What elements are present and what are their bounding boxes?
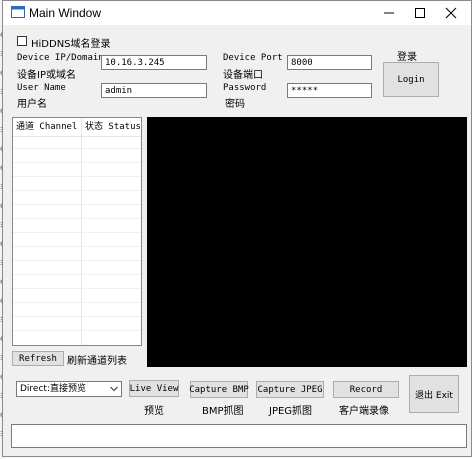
- list-row-line: [13, 260, 141, 261]
- window-title: Main Window: [29, 6, 102, 20]
- live-view-caption: 预览: [144, 406, 164, 417]
- list-row-line: [13, 316, 141, 317]
- app-window-icon: [11, 6, 25, 18]
- refresh-caption: 刷新通道列表: [67, 356, 127, 367]
- capture-bmp-caption: BMP抓图: [202, 406, 244, 417]
- list-row-line: [13, 190, 141, 191]
- capture-jpeg-button[interactable]: Capture JPEG: [256, 381, 324, 398]
- close-window-button[interactable]: [433, 1, 469, 25]
- main-window: Main Window HiDDNS域名登录 Device IP/Domain …: [2, 0, 472, 457]
- device-ip-field[interactable]: 10.16.3.245: [101, 55, 207, 70]
- password-label-en: Password: [223, 83, 267, 93]
- list-row-line: [13, 302, 141, 303]
- ip-label-cn: 设备IP或域名: [17, 70, 76, 81]
- device-port-field[interactable]: 8000: [287, 55, 372, 70]
- channel-list-header: 通道 Channel 状态 Status: [13, 118, 141, 137]
- login-caption: 登录: [397, 52, 417, 63]
- list-row-line: [13, 330, 141, 331]
- video-preview-area[interactable]: [147, 117, 467, 367]
- list-row-line: [13, 232, 141, 233]
- password-field[interactable]: *****: [287, 83, 372, 98]
- exit-button[interactable]: 退出 Exit: [409, 375, 459, 413]
- refresh-button[interactable]: Refresh: [12, 351, 64, 366]
- channel-list[interactable]: 通道 Channel 状态 Status: [12, 117, 142, 346]
- chevron-down-icon: [110, 386, 118, 392]
- list-row-line: [13, 176, 141, 177]
- record-caption: 客户端录像: [339, 406, 389, 417]
- list-row-line: [13, 246, 141, 247]
- list-row-line: [13, 148, 141, 149]
- hiddns-label: HiDDNS域名登录: [31, 39, 111, 50]
- list-row-line: [13, 162, 141, 163]
- list-row-line: [13, 218, 141, 219]
- close-icon: [445, 7, 457, 19]
- user-label-en: User Name: [17, 83, 66, 93]
- live-view-button[interactable]: Live View: [129, 380, 179, 397]
- channel-column-header[interactable]: 通道 Channel: [13, 118, 77, 136]
- ip-label-en: Device IP/Domain: [17, 53, 104, 63]
- capture-bmp-button[interactable]: Capture BMP: [189, 381, 249, 398]
- preview-mode-select[interactable]: Direct:直接预览: [16, 381, 122, 397]
- hiddns-checkbox[interactable]: [17, 36, 27, 46]
- login-button[interactable]: Login: [383, 62, 439, 97]
- status-log-box: [11, 424, 467, 448]
- preview-mode-value: Direct:直接预览: [20, 384, 86, 394]
- port-label-cn: 设备端口: [223, 70, 263, 81]
- status-column-header[interactable]: 状态 Status: [82, 118, 141, 136]
- record-button[interactable]: Record: [333, 381, 399, 398]
- list-row-line: [13, 274, 141, 275]
- list-row-line: [13, 204, 141, 205]
- capture-jpeg-caption: JPEG抓图: [269, 406, 313, 417]
- username-field[interactable]: admin: [101, 83, 207, 98]
- list-row-line: [13, 288, 141, 289]
- password-label-cn: 密码: [225, 99, 245, 110]
- title-bar: Main Window: [3, 1, 471, 25]
- user-label-cn: 用户名: [17, 99, 47, 110]
- port-label-en: Device Port: [223, 53, 283, 63]
